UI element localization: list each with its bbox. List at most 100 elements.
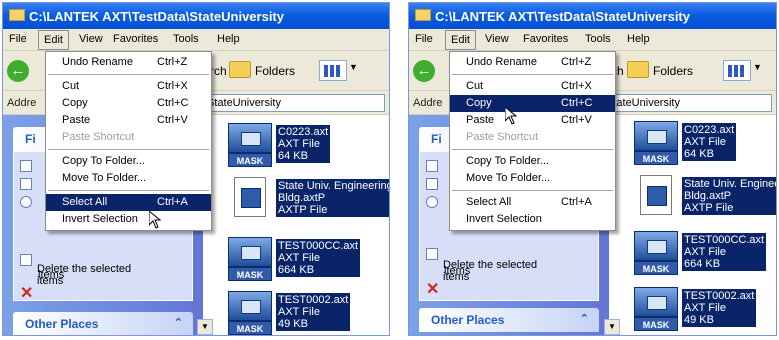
back-arrow-icon[interactable]: ← xyxy=(7,60,29,82)
folders-icon xyxy=(627,61,649,78)
email-icon xyxy=(426,248,438,260)
menu-move-to-folder[interactable]: Move To Folder... xyxy=(46,170,211,187)
task-delete-line2[interactable]: items xyxy=(37,275,63,287)
menu-paste-shortcut: Paste Shortcut xyxy=(62,131,135,143)
other-places-header[interactable]: Other Places ⌃ xyxy=(419,308,599,332)
mask-file-icon[interactable]: MASK xyxy=(634,231,678,277)
menu-view[interactable]: View xyxy=(485,33,509,45)
views-icon[interactable] xyxy=(723,60,751,81)
rename-icon xyxy=(426,160,438,172)
address-label: Addre xyxy=(413,97,443,109)
menu-select-all[interactable]: Select All Ctrl+A xyxy=(450,194,615,211)
menu-invert-selection[interactable]: Invert Selection xyxy=(46,211,211,228)
mask-file-icon[interactable]: MASK xyxy=(634,287,678,333)
task-delete-line1[interactable]: Delete the selected xyxy=(443,259,537,271)
folders-icon xyxy=(229,61,251,78)
file-item-label[interactable]: TEST0002.axt AXT File 49 KB xyxy=(682,289,757,327)
menu-paste[interactable]: Paste Ctrl+V xyxy=(450,112,615,129)
explorer-window-right: C:\LANTEK AXT\TestData\StateUniversity F… xyxy=(408,2,777,336)
menu-favorites[interactable]: Favorites xyxy=(523,33,568,45)
file-item-label[interactable]: C0223.axt AXT File 64 KB xyxy=(682,123,737,161)
axtp-file-icon[interactable] xyxy=(634,175,678,221)
scroll-down-button[interactable]: ▼ xyxy=(604,319,620,335)
publish-icon xyxy=(20,196,32,208)
menu-favorites[interactable]: Favorites xyxy=(113,33,158,45)
file-tasks-title: Fi xyxy=(25,132,36,146)
menu-undo-rename[interactable]: Undo Rename Ctrl+Z xyxy=(46,54,211,71)
edit-menu-dropdown: Undo Rename Ctrl+Z Cut Ctrl+X Copy Ctrl+C P… xyxy=(45,51,212,231)
folder-icon xyxy=(9,9,25,21)
collapse-chevron-icon[interactable]: ⌃ xyxy=(580,312,589,325)
file-item-label[interactable]: TEST000CC.axt AXT File 664 KB xyxy=(682,233,767,271)
menu-help[interactable]: Help xyxy=(627,33,650,45)
file-item-label[interactable]: State Univ. Engineering Bldg.axtP AXTP Fil… xyxy=(276,179,389,217)
menu-help[interactable]: Help xyxy=(217,33,240,45)
menu-edit[interactable]: Edit xyxy=(38,30,69,50)
views-icon[interactable] xyxy=(319,60,347,81)
menu-separator xyxy=(450,146,615,153)
menu-paste[interactable]: Paste Ctrl+V xyxy=(46,112,211,129)
menu-select-all[interactable]: Select All Ctrl+A xyxy=(46,194,211,211)
menu-bar: File Edit View Favorites Tools Help xyxy=(409,29,776,51)
collapse-chevron-icon[interactable]: ⌃ xyxy=(174,316,183,329)
menu-invert-selection[interactable]: Invert Selection xyxy=(450,211,615,228)
window-title: C:\LANTEK AXT\TestData\StateUniversity xyxy=(435,9,690,24)
menu-copy-to-folder[interactable]: Copy To Folder... xyxy=(46,153,211,170)
other-places-header[interactable]: Other Places ⌃ xyxy=(13,312,193,335)
menu-file[interactable]: File xyxy=(9,33,27,45)
file-tasks-title: Fi xyxy=(431,132,442,146)
views-dropdown-icon[interactable]: ▼ xyxy=(753,62,762,72)
mask-file-icon[interactable]: MASK xyxy=(228,237,272,283)
move-icon xyxy=(426,178,438,190)
window-title: C:\LANTEK AXT\TestData\StateUniversity xyxy=(29,9,284,24)
file-item-label[interactable]: C0223.axt AXT File 64 KB xyxy=(276,125,331,163)
menu-undo-rename[interactable]: Undo Rename Ctrl+Z xyxy=(450,54,615,71)
mouse-cursor-icon xyxy=(149,211,161,229)
move-icon xyxy=(20,178,32,190)
delete-x-icon: ✕ xyxy=(20,285,34,302)
menu-bar: File Edit View Favorites Tools Help xyxy=(3,29,389,51)
axtp-file-icon[interactable] xyxy=(228,177,272,223)
menu-file[interactable]: File xyxy=(415,33,433,45)
menu-copy[interactable]: Copy Ctrl+C xyxy=(450,95,615,112)
menu-paste-shortcut: Paste Shortcut xyxy=(466,131,539,143)
file-item-label[interactable]: TEST000CC.axt AXT File 664 KB xyxy=(276,239,361,277)
address-value: StateUniversity xyxy=(606,97,680,109)
mask-file-icon[interactable]: MASK xyxy=(228,123,272,169)
scroll-down-button[interactable]: ▼ xyxy=(197,319,213,335)
address-input[interactable]: StateUniversity xyxy=(605,94,772,112)
task-delete-line1[interactable]: Delete the selected xyxy=(37,263,131,275)
menu-copy-to-folder[interactable]: Copy To Folder... xyxy=(450,153,615,170)
delete-x-icon: ✕ xyxy=(426,281,440,298)
task-delete-line2[interactable]: items xyxy=(443,271,469,283)
folders-button-label[interactable]: Folders xyxy=(255,64,295,78)
mask-file-icon[interactable]: MASK xyxy=(634,121,678,167)
publish-icon xyxy=(426,196,438,208)
file-list: MASK C0223.axt AXT File 64 KB State Univ. … xyxy=(609,115,776,335)
menu-copy[interactable]: Copy Ctrl+C xyxy=(46,95,211,112)
back-arrow-icon[interactable]: ← xyxy=(413,60,435,82)
menu-tools[interactable]: Tools xyxy=(173,33,199,45)
email-icon xyxy=(20,254,32,266)
address-input[interactable]: StateUniversity xyxy=(206,94,385,112)
search-button-label[interactable]: rch xyxy=(210,64,227,78)
menu-cut[interactable]: Cut Ctrl+X xyxy=(450,78,615,95)
address-value: StateUniversity xyxy=(207,97,281,109)
folders-button-label[interactable]: Folders xyxy=(653,64,693,78)
file-item-label[interactable]: TEST0002.axt AXT File 49 KB xyxy=(276,293,351,331)
menu-view[interactable]: View xyxy=(79,33,103,45)
mouse-cursor-icon xyxy=(505,107,517,125)
menu-tools[interactable]: Tools xyxy=(585,33,611,45)
menu-separator xyxy=(46,71,211,78)
mask-file-icon[interactable]: MASK xyxy=(228,291,272,335)
menu-move-to-folder[interactable]: Move To Folder... xyxy=(450,170,615,187)
menu-cut[interactable]: Cut Ctrl+X xyxy=(46,78,211,95)
views-dropdown-icon[interactable]: ▼ xyxy=(349,62,358,72)
file-item-label[interactable]: State Univ. Enginee Bldg.axtP AXTP File xyxy=(682,177,776,215)
menu-edit[interactable]: Edit xyxy=(445,30,476,50)
edit-menu-dropdown: Undo Rename Ctrl+Z Cut Ctrl+X Copy Ctrl+C P… xyxy=(449,51,616,231)
other-places-title: Other Places xyxy=(431,313,505,327)
menu-separator xyxy=(450,71,615,78)
title-bar: C:\LANTEK AXT\TestData\StateUniversity xyxy=(3,3,389,29)
file-list: MASK C0223.axt AXT File 64 KB State Univ. … xyxy=(203,115,389,335)
